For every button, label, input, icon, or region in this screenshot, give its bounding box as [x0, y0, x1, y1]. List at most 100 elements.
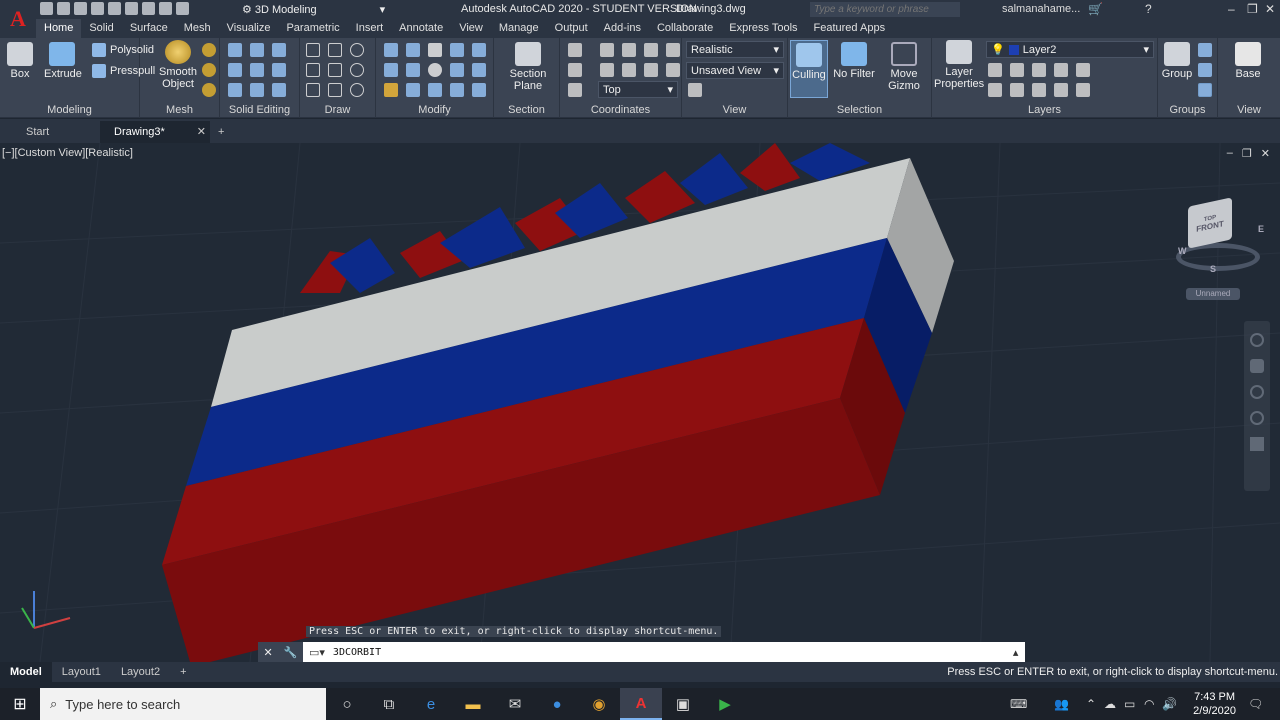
fillet-icon[interactable] — [384, 63, 398, 77]
offset-icon[interactable] — [472, 63, 486, 77]
extract-edges-icon[interactable] — [250, 63, 264, 77]
save-icon[interactable] — [74, 2, 87, 15]
zoom-icon[interactable] — [1250, 385, 1264, 399]
box-button[interactable]: Box — [6, 42, 34, 80]
tab-parametric[interactable]: Parametric — [278, 19, 347, 38]
circle-icon[interactable] — [350, 63, 364, 77]
ungroup-icon[interactable] — [1198, 43, 1212, 57]
move-icon[interactable] — [428, 43, 442, 57]
chrome-icon[interactable]: ◉ — [578, 688, 620, 720]
layer-tool-icon[interactable] — [1010, 63, 1024, 77]
tab-mesh[interactable]: Mesh — [176, 19, 219, 38]
search-input[interactable] — [810, 2, 960, 17]
polyline-icon[interactable] — [328, 43, 342, 57]
shell-icon[interactable] — [250, 83, 264, 97]
mail-icon[interactable]: ✉ — [494, 688, 536, 720]
spline-icon[interactable] — [306, 63, 320, 77]
imo-icon[interactable]: ● — [536, 688, 578, 720]
erase-icon[interactable] — [384, 83, 398, 97]
layer-tool-icon[interactable] — [1010, 83, 1024, 97]
section-plane-button[interactable]: Section Plane — [506, 42, 550, 92]
join-icon[interactable] — [472, 83, 486, 97]
ucs-icon[interactable] — [568, 43, 582, 57]
tab-start[interactable]: Start — [0, 121, 100, 143]
mirror-icon[interactable] — [406, 83, 420, 97]
layer-dropdown[interactable]: 💡 Layer2 ▾ — [986, 41, 1154, 58]
ucs-zaxis-icon[interactable] — [644, 43, 658, 57]
stretch-icon[interactable] — [450, 43, 464, 57]
command-icon[interactable]: ▭▾ — [309, 646, 325, 659]
close-icon[interactable]: ✕ — [1265, 2, 1275, 16]
showmotion-icon[interactable] — [1250, 437, 1264, 451]
redo-icon[interactable] — [176, 2, 189, 15]
ucs-named-icon[interactable] — [568, 83, 582, 97]
union-icon[interactable] — [228, 43, 242, 57]
tab-layout2[interactable]: Layout2 — [111, 666, 170, 678]
layer-tool-icon[interactable] — [1076, 63, 1090, 77]
line-icon[interactable] — [306, 43, 320, 57]
cortana-icon[interactable]: ○ — [326, 688, 368, 720]
cloud-icon[interactable]: ☁ — [1104, 697, 1116, 711]
group-button[interactable]: Group — [1160, 42, 1194, 80]
ucs-origin-icon[interactable] — [622, 43, 636, 57]
tab-solid[interactable]: Solid — [81, 19, 121, 38]
restore-icon[interactable]: ❐ — [1242, 147, 1252, 160]
visual-style-dropdown[interactable]: Realistic ▾ — [686, 41, 784, 58]
layer-tool-icon[interactable] — [1032, 83, 1046, 97]
layer-tool-icon[interactable] — [1054, 83, 1068, 97]
tab-insert[interactable]: Insert — [348, 19, 392, 38]
clock[interactable]: 7:43 PM 2/9/2020 — [1193, 690, 1236, 718]
command-input[interactable] — [332, 646, 1013, 658]
ucs-3point-icon[interactable] — [666, 43, 680, 57]
taskbar-search[interactable]: ⌕ Type here to search — [40, 688, 326, 720]
tab-model[interactable]: Model — [0, 662, 52, 682]
ucs-dropdown[interactable]: Top ▾ — [598, 81, 678, 98]
scale-icon[interactable] — [450, 63, 464, 77]
cart-icon[interactable]: 🛒 — [1088, 2, 1103, 16]
wrench-icon[interactable]: 🔧 — [284, 646, 298, 659]
keyboard-icon[interactable]: ⌨ — [1010, 697, 1027, 711]
culling-button[interactable]: Culling — [790, 40, 828, 98]
viewport-config-icon[interactable] — [688, 83, 702, 97]
subtract-icon[interactable] — [250, 43, 264, 57]
ucs-view-icon[interactable] — [666, 63, 680, 77]
mesh-icon[interactable] — [202, 83, 216, 97]
polygon-icon[interactable] — [306, 83, 320, 97]
ellipse-icon[interactable] — [350, 83, 364, 97]
saved-view-dropdown[interactable]: Unsaved View ▾ — [686, 62, 784, 79]
slice-icon[interactable] — [228, 63, 242, 77]
tab-collaborate[interactable]: Collaborate — [649, 19, 721, 38]
volume-icon[interactable]: 🔊 — [1162, 697, 1177, 711]
group-edit-icon[interactable] — [1198, 63, 1212, 77]
layer-tool-icon[interactable] — [988, 63, 1002, 77]
compass-e[interactable]: E — [1258, 224, 1264, 234]
compass-w[interactable]: W — [1178, 246, 1187, 256]
file-explorer-icon[interactable]: ▬ — [452, 688, 494, 720]
viewport-controls-label[interactable]: [−][Custom View][Realistic] — [2, 147, 133, 159]
restore-icon[interactable]: ❐ — [1247, 2, 1258, 16]
ucs-previous-icon[interactable] — [568, 63, 582, 77]
undo-icon[interactable] — [159, 2, 172, 15]
viewcube[interactable]: TOP FRONT W E S — [1176, 197, 1266, 278]
tab-annotate[interactable]: Annotate — [391, 19, 451, 38]
layer-tool-icon[interactable] — [988, 83, 1002, 97]
close-icon[interactable]: ✕ — [1261, 147, 1270, 160]
base-button[interactable]: Base — [1228, 42, 1268, 80]
separate-icon[interactable] — [228, 83, 242, 97]
task-view-icon[interactable]: ⧉ — [368, 688, 410, 720]
tab-visualize[interactable]: Visualize — [219, 19, 279, 38]
new-tab-button[interactable]: + — [210, 121, 240, 143]
help-icon[interactable]: ? — [1145, 2, 1152, 16]
drawing-viewport[interactable]: [−][Custom View][Realistic] – ❐ ✕ TOP FRONT… — [0, 143, 1280, 662]
explode-icon[interactable] — [428, 83, 442, 97]
tab-output[interactable]: Output — [547, 19, 596, 38]
layer-tool-icon[interactable] — [1076, 83, 1090, 97]
tab-layout1[interactable]: Layout1 — [52, 666, 111, 678]
ucs-z-icon[interactable] — [644, 63, 658, 77]
start-button[interactable]: ⊞ — [0, 688, 40, 720]
new-icon[interactable] — [40, 2, 53, 15]
tab-surface[interactable]: Surface — [122, 19, 176, 38]
close-icon[interactable]: ✕ — [264, 646, 273, 659]
copy-icon[interactable] — [406, 43, 420, 57]
orbit-icon[interactable] — [1250, 411, 1264, 425]
